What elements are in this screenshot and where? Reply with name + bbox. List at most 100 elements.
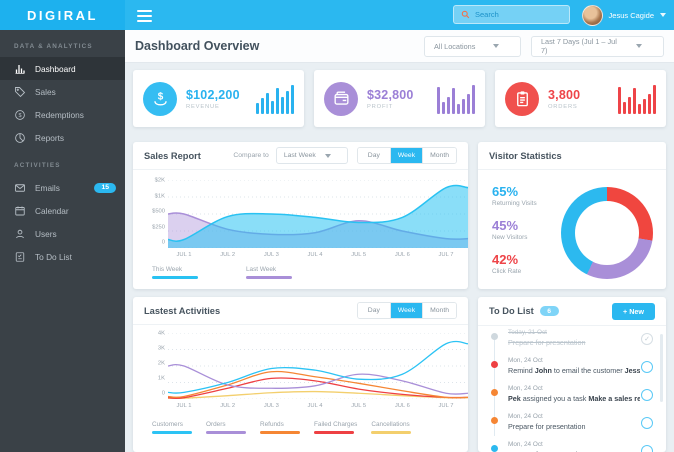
sales-toggle-day[interactable]: Day xyxy=(357,148,390,163)
metric-click-rate: 42% Click Rate xyxy=(492,252,537,275)
metric-returning-visits: 65% Returning Visits xyxy=(492,184,537,207)
avatar xyxy=(581,4,603,26)
chevron-down-icon xyxy=(636,44,642,48)
menu-icon[interactable] xyxy=(137,10,152,25)
bar-chart-icon xyxy=(14,63,26,75)
sidebar-item-calendar[interactable]: Calendar xyxy=(0,199,125,222)
legend-item-this-week: This Week xyxy=(152,266,198,279)
mini-bar xyxy=(467,93,470,114)
visitor-statistics-title: Visitor Statistics xyxy=(489,150,562,161)
new-task-button[interactable]: + New xyxy=(612,302,655,320)
todo-item: Mon, 24 Oct Pek assigned you a task Make … xyxy=(478,382,666,410)
todo-body: Today, 21 Oct Prepare for presentation xyxy=(508,329,640,347)
mini-bar-chart xyxy=(437,84,475,114)
metric-value: 45% xyxy=(492,218,519,233)
activities-toggle-day[interactable]: Day xyxy=(357,303,390,318)
svg-text:$: $ xyxy=(18,113,21,119)
search-box[interactable]: Search xyxy=(453,5,570,24)
legend-label: Customers xyxy=(152,421,183,428)
x-tick-label: JUL 7 xyxy=(438,252,454,258)
x-axis-labels: JUL 1 JUL 2 JUL 3 JUL 4 JUL 5 JUL 6 JUL 7 xyxy=(168,252,468,261)
sidebar-item-users[interactable]: Users xyxy=(0,222,125,245)
y-tick-label: $250 xyxy=(152,224,165,231)
stats-row: $ $102,200 REVENUE $32,800 PROFIT 3,800 ORDERS xyxy=(133,70,666,127)
legend-label: Failed Charges xyxy=(314,421,358,428)
todo-checkbox[interactable] xyxy=(641,445,653,452)
location-filter[interactable]: All Locations xyxy=(424,35,521,57)
x-tick-label: JUL 7 xyxy=(438,403,454,409)
legend-swatch xyxy=(260,431,300,434)
x-tick-label: JUL 3 xyxy=(263,252,279,258)
sales-toggle-month[interactable]: Month xyxy=(422,148,456,163)
legend-swatch xyxy=(152,431,192,434)
sidebar-item-reports[interactable]: Reports xyxy=(0,126,125,149)
sidebar-item-label: Users xyxy=(35,228,57,239)
legend-item-failed-charges: Failed Charges xyxy=(314,421,357,434)
page-title: Dashboard Overview xyxy=(135,39,260,53)
todo-status-dot xyxy=(491,417,498,424)
stat-label: ORDERS xyxy=(548,103,578,110)
chart-area: 4K 3K 2K 1K 0 JUL 1 JUL 2 JUL 3 JUL 4 JUL 5 JUL 6J… xyxy=(141,330,469,409)
stat-label: PROFIT xyxy=(367,103,394,110)
compare-select[interactable]: Last Week xyxy=(275,147,348,164)
chevron-down-icon xyxy=(324,153,331,158)
todo-task-text: Remind John to email the customer Jessie… xyxy=(508,365,640,375)
x-tick-label: JUL 6 xyxy=(394,403,410,409)
mini-bar xyxy=(653,84,656,114)
todo-checkbox[interactable] xyxy=(641,361,653,373)
metric-new-visitors: 45% New Visitors xyxy=(492,218,537,241)
chart-canvas xyxy=(167,332,469,400)
wallet-icon xyxy=(324,81,358,116)
sidebar-item-to-do-list[interactable]: To Do List xyxy=(0,245,125,268)
todo-checkbox[interactable] xyxy=(641,389,653,401)
todo-status-dot xyxy=(491,445,498,452)
app-logo: DIGIRAL xyxy=(0,0,125,30)
y-tick-label: $1K xyxy=(154,193,165,200)
x-tick-label: JUL 4 xyxy=(307,252,323,258)
mini-bar-chart xyxy=(256,84,294,114)
date-range-filter[interactable]: Last 7 Days (Jul 1 – Jul 7) xyxy=(531,35,664,57)
metric-value: 42% xyxy=(492,252,519,267)
visitor-metrics: 65% Returning Visits 45% New Visitors 42% Cli… xyxy=(492,184,537,286)
area-series-this-week xyxy=(168,185,468,248)
sales-period-toggle: Day Week Month xyxy=(356,147,457,164)
stat-text: $32,800 PROFIT xyxy=(367,88,414,110)
y-tick-label: 4K xyxy=(157,330,165,337)
metric-label: New Visitors xyxy=(492,234,528,241)
mini-bar xyxy=(623,101,626,114)
legend-swatch xyxy=(314,431,354,434)
sidebar-item-redemptions[interactable]: $ Redemptions xyxy=(0,103,125,126)
mini-bar xyxy=(442,101,445,114)
todo-checkbox[interactable] xyxy=(641,417,653,429)
todo-task-text: Pek assigned you a task Make a sales rep… xyxy=(508,393,640,403)
sidebar-item-emails[interactable]: Emails 15 xyxy=(0,176,125,199)
sales-toggle-week[interactable]: Week xyxy=(389,148,423,163)
metric-label: Click Rate xyxy=(492,268,522,275)
todo-checkbox[interactable]: ✓ xyxy=(641,333,653,345)
todo-list-card: To Do List 6 + New Today, 21 Oct Prepare … xyxy=(478,297,666,452)
todo-item: Today, 21 Oct Prepare for presentation ✓ xyxy=(478,326,666,354)
mini-bar xyxy=(266,92,269,114)
chart-plot xyxy=(167,179,469,253)
user-menu[interactable]: Jesus Cagide xyxy=(581,0,666,30)
legend-label: Refunds xyxy=(260,421,284,428)
activities-toggle-month[interactable]: Month xyxy=(422,303,456,318)
stat-text: $102,200 REVENUE xyxy=(186,88,240,110)
mini-bar xyxy=(276,87,279,114)
sidebar-item-sales[interactable]: Sales xyxy=(0,80,125,103)
sidebar-item-dashboard[interactable]: Dashboard xyxy=(0,57,125,80)
user-name: Jesus Cagide xyxy=(608,10,654,20)
dollar-icon: $ xyxy=(14,109,26,121)
user-icon xyxy=(14,228,26,240)
todo-date: Mon, 24 Oct xyxy=(508,441,543,448)
search-input[interactable]: Search xyxy=(475,10,499,19)
mini-bar xyxy=(256,102,259,114)
svg-text:$: $ xyxy=(157,92,163,103)
todo-item: Mon, 24 OctPrepare for presentation xyxy=(478,438,666,452)
calendar-icon xyxy=(14,205,26,217)
activities-toggle-week[interactable]: Week xyxy=(389,303,423,318)
legend-label: Cancellations xyxy=(371,421,410,428)
mini-bar xyxy=(286,90,289,114)
metric-label: Returning Visits xyxy=(492,200,537,207)
sidebar-section-label: Data & Analytics xyxy=(14,43,93,50)
